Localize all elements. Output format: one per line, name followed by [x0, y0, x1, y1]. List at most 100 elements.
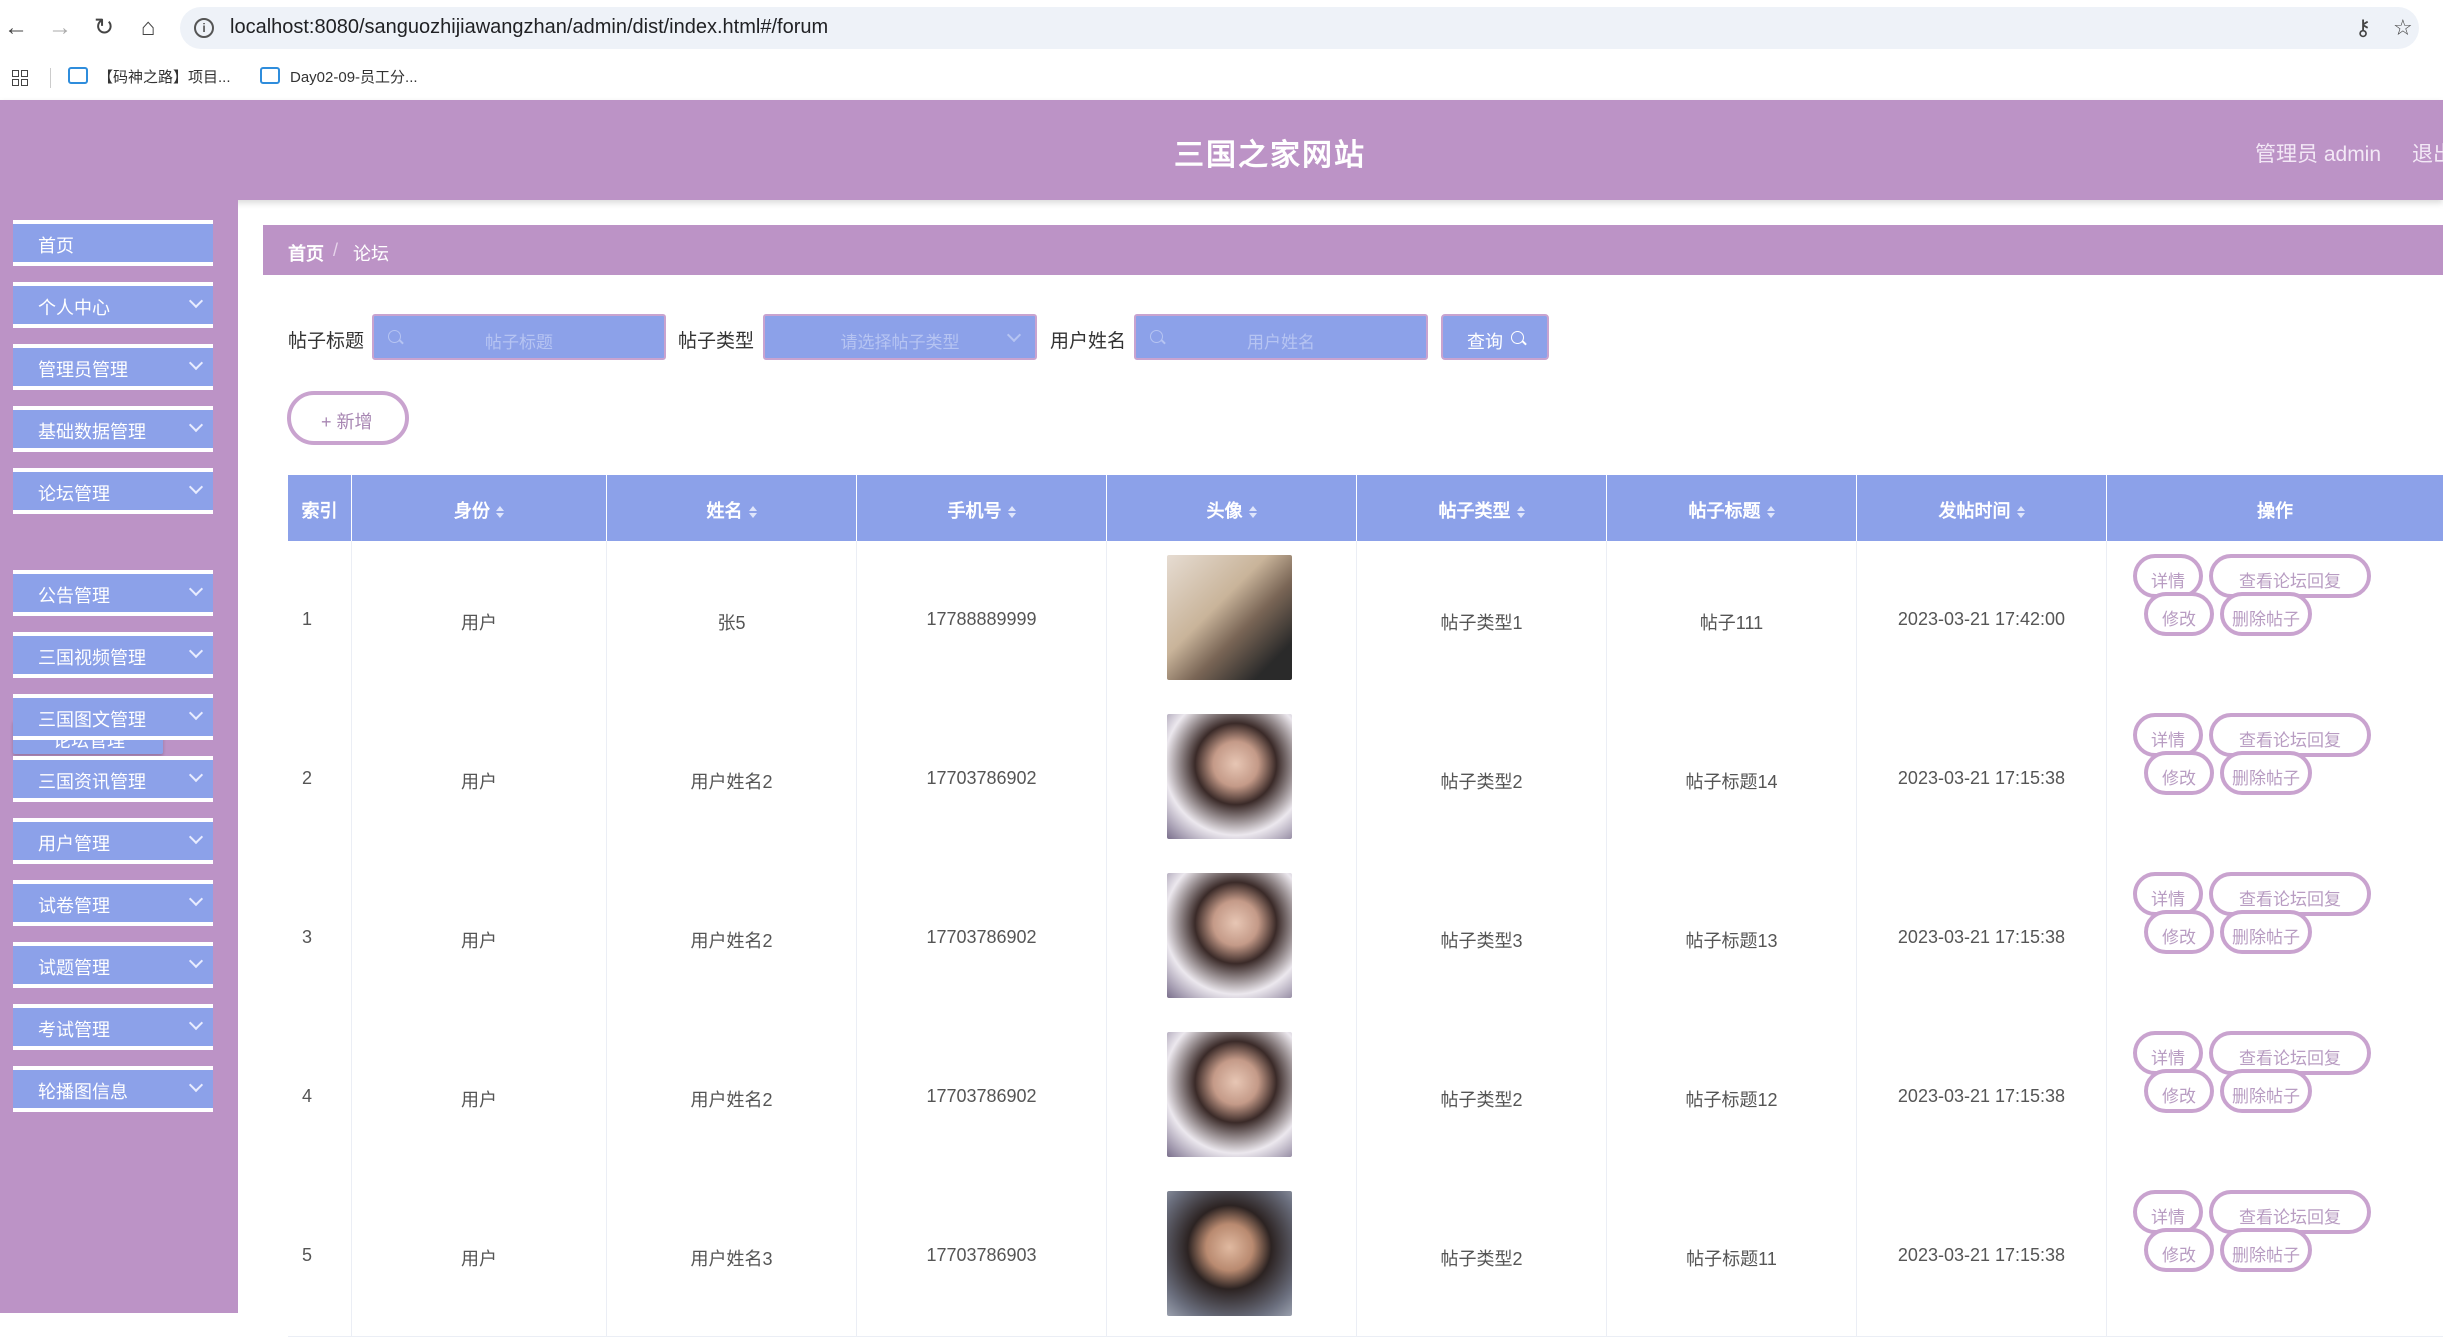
- sidebar-item-label: 公告管理: [38, 586, 110, 606]
- chevron-down-icon: [188, 479, 204, 495]
- column-header-type[interactable]: 帖子类型: [1357, 475, 1607, 541]
- cell-time: 2023-03-21 17:15:38: [1857, 700, 2107, 859]
- sidebar-item-questions[interactable]: 试题管理: [13, 942, 213, 988]
- avatar[interactable]: [1167, 555, 1292, 680]
- sidebar-item-exams[interactable]: 考试管理: [13, 1004, 213, 1050]
- column-header-title[interactable]: 帖子标题: [1607, 475, 1857, 541]
- view-reply-button-label: 查看论坛回复: [2239, 1208, 2341, 1227]
- breadcrumb-home[interactable]: 首页: [288, 240, 324, 266]
- column-header-time[interactable]: 发帖时间: [1857, 475, 2107, 541]
- detail-button-label: 详情: [2151, 1208, 2185, 1227]
- sidebar-item-label: 试卷管理: [38, 896, 110, 916]
- reload-icon[interactable]: ↻: [90, 14, 118, 42]
- sort-icon[interactable]: [2016, 506, 2025, 518]
- edit-button[interactable]: 修改: [2144, 1069, 2214, 1113]
- add-button-label: + 新增: [321, 412, 373, 432]
- cell-time: 2023-03-21 17:15:38: [1857, 1018, 2107, 1177]
- cell-name-text: 张5: [717, 613, 746, 633]
- site-info-icon[interactable]: i: [194, 18, 214, 38]
- cell-role-text: 用户: [461, 1090, 497, 1110]
- delete-button[interactable]: 删除帖子: [2220, 592, 2312, 636]
- bookmark-1[interactable]: 【码神之路】项目...: [68, 66, 231, 87]
- column-header-label: 手机号: [947, 501, 1002, 521]
- bookmark-2[interactable]: Day02-09-员工分...: [260, 66, 418, 87]
- address-bar[interactable]: i localhost:8080/sanguozhijiawangzhan/ad…: [180, 7, 2419, 49]
- sort-icon[interactable]: [1007, 506, 1016, 518]
- home-icon[interactable]: ⌂: [134, 14, 162, 42]
- avatar[interactable]: [1167, 714, 1292, 839]
- delete-button[interactable]: 删除帖子: [2220, 1069, 2312, 1113]
- cell-name: 用户姓名2: [607, 859, 857, 1018]
- column-header-label: 身份: [454, 501, 490, 521]
- sidebar-item-forum-management[interactable]: 论坛管理: [13, 468, 213, 514]
- sidebar-item-papers[interactable]: 试卷管理: [13, 880, 213, 926]
- cell-phone: 17703786903: [857, 1177, 1107, 1336]
- cell-title: 帖子标题12: [1607, 1018, 1857, 1177]
- sidebar-item-label: 三国图文管理: [38, 710, 146, 730]
- sidebar-item-personal-center[interactable]: 个人中心: [13, 282, 213, 328]
- cell-role-text: 用户: [461, 931, 497, 951]
- key-icon[interactable]: ⚷: [2355, 15, 2371, 41]
- sidebar-item-news[interactable]: 三国资讯管理: [13, 756, 213, 802]
- sort-icon[interactable]: [748, 506, 757, 518]
- avatar[interactable]: [1167, 1032, 1292, 1157]
- chevron-down-icon: [188, 891, 204, 907]
- sidebar-item-carousel[interactable]: 轮播图信息: [13, 1066, 213, 1112]
- sidebar-item-label: 论坛管理: [38, 484, 110, 504]
- delete-button-label: 删除帖子: [2232, 1246, 2300, 1265]
- user-search-input[interactable]: 用户姓名: [1134, 314, 1428, 360]
- chevron-down-icon: [188, 829, 204, 845]
- sidebar-item-notice[interactable]: 公告管理: [13, 570, 213, 616]
- sidebar-item-label: 基础数据管理: [38, 422, 146, 442]
- sidebar-item-users[interactable]: 用户管理: [13, 818, 213, 864]
- table-row: 4 用户 用户姓名2 17703786902 帖子类型2 帖子标题12 2023-03-21…: [288, 1018, 2443, 1178]
- sort-icon[interactable]: [1766, 506, 1775, 518]
- bookmark-star-icon[interactable]: ☆: [2393, 15, 2413, 41]
- delete-button[interactable]: 删除帖子: [2220, 910, 2312, 954]
- back-icon[interactable]: ←: [2, 14, 30, 42]
- sidebar-item-video[interactable]: 三国视频管理: [13, 632, 213, 678]
- url-text[interactable]: localhost:8080/sanguozhijiawangzhan/admi…: [230, 16, 828, 39]
- sidebar-item-article[interactable]: 三国图文管理: [13, 694, 213, 740]
- cell-title-text: 帖子标题13: [1685, 931, 1778, 951]
- column-header-avatar[interactable]: 头像: [1107, 475, 1357, 541]
- sort-icon[interactable]: [1248, 506, 1257, 518]
- edit-button[interactable]: 修改: [2144, 592, 2214, 636]
- forward-icon[interactable]: →: [46, 14, 74, 42]
- sort-icon[interactable]: [1516, 506, 1525, 518]
- cell-type-text: 帖子类型3: [1440, 931, 1523, 951]
- column-header-role[interactable]: 身份: [352, 475, 607, 541]
- column-header-name[interactable]: 姓名: [607, 475, 857, 541]
- column-header-phone[interactable]: 手机号: [857, 475, 1107, 541]
- avatar[interactable]: [1167, 873, 1292, 998]
- edit-button[interactable]: 修改: [2144, 910, 2214, 954]
- cell-index: 5: [288, 1177, 352, 1336]
- column-header-label: 姓名: [706, 501, 743, 521]
- edit-button-label: 修改: [2162, 928, 2196, 947]
- logout-link[interactable]: 退出: [2412, 138, 2443, 168]
- cell-type: 帖子类型2: [1357, 1177, 1607, 1336]
- type-select[interactable]: 请选择帖子类型: [763, 314, 1037, 360]
- sidebar-item-home[interactable]: 首页: [13, 220, 213, 266]
- apps-grid-icon[interactable]: [12, 70, 28, 86]
- sidebar: 首页 个人中心 管理员管理 基础数据管理 论坛管理 论坛管理 公告管理 三国视频…: [0, 200, 238, 1313]
- add-button[interactable]: + 新增: [287, 391, 409, 445]
- sidebar-item-admin-management[interactable]: 管理员管理: [13, 344, 213, 390]
- column-header-label: 头像: [1206, 501, 1243, 521]
- edit-button[interactable]: 修改: [2144, 751, 2214, 795]
- query-button[interactable]: 查询: [1441, 314, 1549, 360]
- sidebar-item-basic-data[interactable]: 基础数据管理: [13, 406, 213, 452]
- bookmark-2-label: Day02-09-员工分...: [290, 69, 418, 86]
- title-search-input[interactable]: 帖子标题: [372, 314, 666, 360]
- cell-phone: 17703786902: [857, 859, 1107, 1018]
- delete-button[interactable]: 删除帖子: [2220, 751, 2312, 795]
- delete-button[interactable]: 删除帖子: [2220, 1228, 2312, 1272]
- cell-avatar: [1107, 1018, 1357, 1177]
- cell-phone-text: 17703786902: [926, 768, 1037, 788]
- avatar[interactable]: [1167, 1191, 1292, 1316]
- sort-icon[interactable]: [496, 506, 504, 518]
- bilibili-icon: [68, 67, 88, 84]
- column-header-label: 发帖时间: [1938, 501, 2011, 521]
- cell-time-text: 2023-03-21 17:15:38: [1897, 1086, 2066, 1106]
- edit-button[interactable]: 修改: [2144, 1228, 2214, 1272]
